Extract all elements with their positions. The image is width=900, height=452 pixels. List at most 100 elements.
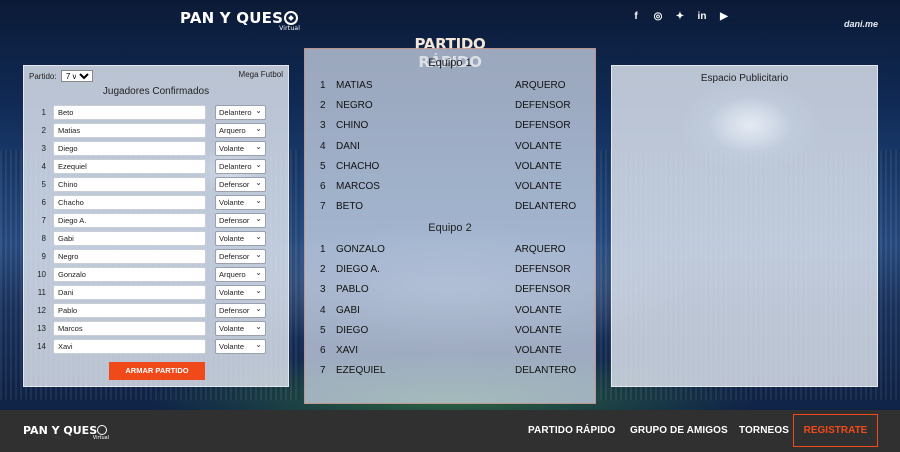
team-player-name: DIEGO A. [336, 264, 380, 276]
player-row: 8 Gabi Volante [24, 230, 288, 247]
player-position-select[interactable]: Volante [215, 230, 266, 246]
player-number: 4 [41, 162, 46, 171]
player-name-input[interactable]: Pablo [53, 303, 206, 318]
player-row: 1 Beto Delantero [24, 104, 288, 121]
team-player-position: DEFENSOR [515, 100, 571, 112]
team-player-row: 4 DANI VOLANTE [305, 141, 595, 159]
player-row: 13 Marcos Volante [24, 320, 288, 337]
team-player-number: 3 [320, 120, 326, 132]
player-row: 10 Gonzalo Arquero [24, 266, 288, 283]
site-logo[interactable]: PAN Y QUES Virtual [180, 9, 300, 32]
player-row: 5 Chino Defensor [24, 176, 288, 193]
player-number: 11 [37, 288, 46, 297]
team-player-position: DELANTERO [515, 365, 577, 377]
player-position-select[interactable]: Defensor [215, 176, 266, 192]
team-player-number: 1 [320, 244, 326, 255]
team-player-name: CHACHO [336, 160, 380, 172]
player-name-input[interactable]: Marcos [53, 321, 206, 336]
match-type-row: Partido: 7 vs 7 [29, 70, 93, 82]
team-player-position: DEFENSOR [515, 284, 571, 296]
player-name-input[interactable]: Xavi [53, 339, 206, 354]
youtube-icon[interactable]: ▶ [718, 11, 730, 23]
team-player-name: PABLO [336, 284, 369, 296]
player-position-select[interactable]: Delantero [215, 158, 266, 174]
team-player-position: ARQUERO [515, 80, 566, 91]
player-row: 4 Ezequiel Delantero [24, 158, 288, 175]
player-position-select[interactable]: Defensor [215, 212, 266, 228]
player-name-input[interactable]: Beto [53, 105, 206, 120]
linkedin-icon[interactable]: in [696, 11, 708, 23]
player-position-select[interactable]: Arquero [215, 122, 266, 138]
player-name-input[interactable]: Diego [53, 141, 206, 156]
player-position-select[interactable]: Volante [215, 320, 266, 336]
player-name-input[interactable]: Gonzalo [53, 267, 206, 282]
player-number: 3 [41, 144, 46, 153]
team-player-row: 2 DIEGO A. DEFENSOR [305, 264, 595, 282]
player-name-input[interactable]: Negro [53, 249, 206, 264]
footer-logo[interactable]: PAN Y QUES Virtual [23, 424, 109, 441]
player-name-input[interactable]: Diego A. [53, 213, 206, 228]
footer-bar: PAN Y QUES Virtual PARTIDO RÁPIDO GRUPO … [0, 410, 900, 452]
player-row: 3 Diego Volante [24, 140, 288, 157]
player-name-input[interactable]: Chacho [53, 195, 206, 210]
confirmed-players-title: Jugadores Confirmados [102, 86, 210, 97]
team-player-position: DEFENSOR [515, 264, 571, 276]
team-player-number: 7 [320, 365, 326, 377]
player-number: 14 [37, 342, 46, 351]
player-name-input[interactable]: Gabi [53, 231, 206, 246]
player-position-select[interactable]: Volante [215, 194, 266, 210]
team-player-number: 6 [320, 181, 326, 192]
team-player-name: MARCOS [336, 181, 380, 192]
team-player-row: 6 XAVI VOLANTE [305, 345, 595, 363]
team-player-position: VOLANTE [515, 160, 562, 172]
player-position-select[interactable]: Delantero [215, 104, 266, 120]
player-position-select[interactable]: Volante [215, 284, 266, 300]
player-number: 5 [41, 180, 46, 189]
team-player-name: NEGRO [336, 100, 373, 112]
nav-partido-rapido[interactable]: PARTIDO RÁPIDO [528, 425, 615, 436]
team-player-position: DEFENSOR [515, 120, 571, 132]
player-position-select[interactable]: Defensor [215, 248, 266, 264]
player-name-input[interactable]: Dani [53, 285, 206, 300]
footer-logo-text: PAN Y QUES [23, 424, 98, 437]
team-player-row: 7 EZEQUIEL DELANTERO [305, 365, 595, 383]
player-position-select[interactable]: Arquero [215, 266, 266, 282]
player-name-input[interactable]: Chino [53, 177, 206, 192]
player-name-input[interactable]: Matias [53, 123, 206, 138]
team-player-number: 2 [320, 100, 326, 112]
match-type-select[interactable]: 7 vs 7 [60, 70, 93, 82]
player-number: 7 [41, 216, 46, 225]
team-player-row: 5 DIEGO VOLANTE [305, 325, 595, 343]
team-player-number: 6 [320, 345, 326, 356]
armar-partido-button[interactable]: ARMAR PARTIDO [109, 362, 205, 380]
team-player-number: 4 [320, 304, 326, 316]
teams-panel: Equipo 1 1 MATIAS ARQUERO 2 NEGRO DEFENSOR 3 CH… [304, 48, 596, 404]
ad-space-title: Espacio Publicitario [700, 73, 789, 84]
team-player-row: 3 PABLO DEFENSOR [305, 284, 595, 302]
nav-torneos[interactable]: TORNEOS [739, 425, 789, 436]
team-player-row: 1 GONZALO ARQUERO [305, 244, 595, 262]
facebook-icon[interactable]: f [630, 11, 642, 23]
player-row: 2 Matias Arquero [24, 122, 288, 139]
team-player-name: BETO [336, 201, 364, 213]
player-number: 10 [37, 270, 46, 279]
player-position-select[interactable]: Volante [215, 140, 266, 156]
player-position-select[interactable]: Defensor [215, 302, 266, 318]
twitter-icon[interactable]: ✦ [674, 11, 686, 23]
player-number: 13 [37, 324, 46, 333]
team-player-position: VOLANTE [515, 324, 562, 336]
instagram-icon[interactable]: ◎ [652, 11, 664, 23]
register-button[interactable]: REGISTRATE [793, 414, 878, 447]
nav-grupo-de-amigos[interactable]: GRUPO DE AMIGOS [630, 425, 728, 436]
team-player-row: 2 NEGRO DEFENSOR [305, 100, 595, 118]
team1-title: Equipo 1 [428, 57, 472, 69]
team-player-position: ARQUERO [515, 244, 566, 255]
player-position-select[interactable]: Volante [215, 338, 266, 354]
player-number: 2 [41, 126, 46, 135]
logo-text: PAN Y QUES [180, 9, 284, 27]
team-player-name: GONZALO [336, 244, 385, 255]
player-name-input[interactable]: Ezequiel [53, 159, 206, 174]
team-player-row: 7 BETO DELANTERO [305, 201, 595, 219]
confirmed-players-panel: Partido: 7 vs 7 Mega Futbol Jugadores Co… [23, 65, 289, 387]
team-player-position: VOLANTE [515, 345, 562, 356]
